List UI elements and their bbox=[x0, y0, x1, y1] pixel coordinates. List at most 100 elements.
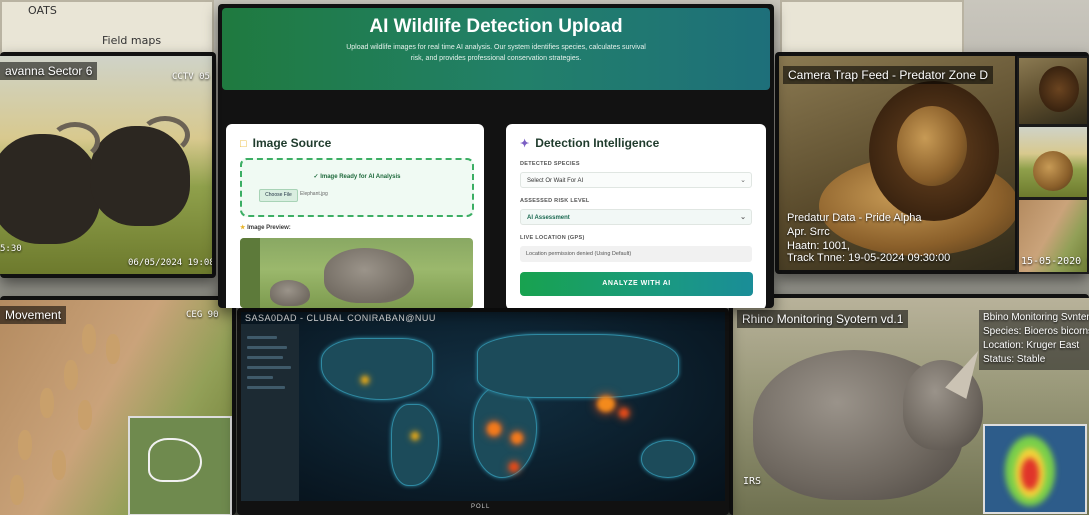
continent-north-america bbox=[321, 338, 433, 400]
lion-figure bbox=[18, 430, 32, 460]
detection-card: ✦ Detection Intelligence DETECTED SPECIES… bbox=[506, 124, 766, 308]
location-field[interactable]: Location permission denied (Using Defaul… bbox=[520, 246, 752, 262]
wall-map-text: OATS bbox=[28, 4, 57, 17]
risk-label: ASSESSED RISK LEVEL bbox=[520, 198, 590, 204]
folder-icon: □ bbox=[240, 138, 247, 150]
rhino-feed: Rhino Monitoring Syotern vd.1 Bbino Moni… bbox=[733, 298, 1089, 515]
wall-map-text: Field maps bbox=[102, 34, 162, 47]
lion-overlay-line: Predatur Data - Pride Alpha bbox=[787, 212, 922, 224]
elephant-calf-shape bbox=[270, 280, 310, 306]
thumb-timestamp: 15-05-2020 9:31 bbox=[1021, 256, 1087, 267]
buffalo-timestamp: 06/05/2024 19:08:20 bbox=[128, 258, 212, 268]
lion-figure bbox=[64, 360, 78, 390]
detection-title-text: Detection Intelligence bbox=[535, 136, 660, 150]
hotspot[interactable] bbox=[619, 408, 629, 418]
selected-file-name: Elephant.jpg bbox=[300, 191, 328, 197]
wall-map-right bbox=[780, 0, 964, 56]
heatmap-inset[interactable] bbox=[983, 424, 1087, 514]
hotspot[interactable] bbox=[361, 376, 369, 384]
lion-caption: Camera Trap Feed - Predator Zone D bbox=[783, 66, 994, 84]
lion-figure bbox=[106, 334, 120, 364]
buffalo-horn bbox=[140, 116, 190, 154]
rhino-info-line: Bbino Monitoring Svntem v4 bbox=[983, 312, 1089, 323]
page-title: AI Wildlife Detection Upload bbox=[369, 16, 623, 37]
lion-overlay-line: Track Tnne: 19-05-2024 09:30:00 bbox=[787, 252, 951, 264]
chevron-down-icon: ⌄ bbox=[740, 177, 746, 184]
movement-caption: Movement bbox=[0, 306, 67, 324]
sparkle-icon: ★ bbox=[240, 225, 246, 231]
lion-figure bbox=[82, 324, 96, 354]
rhino-info-line: Species: Bioeros bicorns bbox=[983, 326, 1089, 337]
monitor-lion: Camera Trap Feed - Predator Zone D Preda… bbox=[775, 52, 1089, 274]
heatmap-blob bbox=[1021, 458, 1039, 490]
sidebar-row[interactable] bbox=[247, 336, 277, 339]
rhino-caption: Rhino Monitoring Syotern vd.1 bbox=[737, 310, 909, 328]
sidebar-row[interactable] bbox=[247, 366, 291, 369]
species-select[interactable]: Select Or Wait For AI ⌄ bbox=[520, 172, 752, 188]
elephant-shape bbox=[324, 248, 414, 303]
continent-eurasia bbox=[477, 334, 679, 398]
sidebar-row[interactable] bbox=[247, 356, 283, 359]
upload-dropzone[interactable]: ✓ Image Ready for AI Analysis Choose Fil… bbox=[240, 158, 474, 217]
monitor-lion-movement: Movement CEG 9Θ bbox=[0, 296, 236, 515]
hotspot[interactable] bbox=[487, 422, 501, 436]
wall-map-left: OATS Field maps bbox=[0, 0, 214, 59]
image-source-card: □ Image Source ✓ Image Ready for AI Analy… bbox=[226, 124, 484, 308]
continent-australia bbox=[641, 440, 695, 478]
global-map-title: SASA0DAD - CLUBAL CONIRABAN@NUU bbox=[245, 313, 436, 323]
rhino-info-panel: Bbino Monitoring Svntem v4 Species: Bioe… bbox=[979, 310, 1089, 370]
page-description: Upload wildlife images for real time AI … bbox=[346, 44, 646, 62]
image-source-title: □ Image Source bbox=[240, 136, 331, 150]
risk-select[interactable]: AI Assessment ⌄ bbox=[520, 209, 752, 225]
movement-corner-label: CEG 9Θ bbox=[186, 310, 219, 320]
movement-feed: Movement CEG 9Θ bbox=[0, 300, 232, 515]
monitor-buffalo: avanna Sector 6 CCTV 05 5:30 06/05/2024 … bbox=[0, 52, 216, 278]
detection-title: ✦ Detection Intelligence bbox=[520, 136, 659, 150]
lion-thumbnail[interactable] bbox=[1017, 56, 1089, 126]
sidebar-row[interactable] bbox=[247, 346, 287, 349]
image-source-title-text: Image Source bbox=[252, 136, 332, 150]
lion-feed: Camera Trap Feed - Predator Zone D Preda… bbox=[779, 56, 1015, 270]
hotspot[interactable] bbox=[509, 462, 519, 472]
rhino-stamp: IRS bbox=[743, 476, 762, 487]
monitor-brand: POLL bbox=[471, 504, 491, 510]
lion-thumbnail[interactable]: 15-05-2020 9:31 bbox=[1017, 198, 1089, 274]
lion-figure bbox=[40, 388, 54, 418]
chevron-down-icon: ⌄ bbox=[740, 214, 746, 221]
rhino-info-line: Location: Kruger East bbox=[983, 340, 1080, 351]
territory-outline bbox=[148, 438, 202, 482]
map-sidebar[interactable] bbox=[241, 324, 299, 501]
buffalo-horn bbox=[50, 122, 100, 160]
choose-file-button[interactable]: Choose File bbox=[259, 189, 298, 202]
hotspot[interactable] bbox=[411, 432, 419, 440]
lion-overlay-line: Apr. Srrc bbox=[787, 226, 830, 238]
lion-figure bbox=[10, 475, 24, 505]
hotspot[interactable] bbox=[511, 432, 523, 444]
inset-map[interactable] bbox=[128, 416, 232, 515]
lion-shape bbox=[1033, 151, 1073, 191]
monitor-rhino: Rhino Monitoring Syotern vd.1 Bbino Moni… bbox=[729, 294, 1089, 515]
monitor-global-map: SASA0DAD - CLUBAL CONIRABAN@NUU POLL bbox=[237, 308, 729, 515]
dna-icon: ✦ bbox=[520, 138, 530, 150]
image-preview-label-text: Image Preview: bbox=[247, 225, 291, 231]
image-preview bbox=[240, 238, 473, 308]
app-header: AI Wildlife Detection Upload Upload wild… bbox=[222, 8, 770, 90]
continent-africa bbox=[473, 386, 537, 478]
lion-thumbnail[interactable] bbox=[1017, 125, 1089, 199]
buffalo-caption: avanna Sector 6 bbox=[0, 62, 98, 80]
sidebar-row[interactable] bbox=[247, 376, 273, 379]
upload-status: ✓ Image Ready for AI Analysis bbox=[313, 174, 401, 180]
global-map-screen: SASA0DAD - CLUBAL CONIRABAN@NUU bbox=[241, 312, 725, 501]
tree-shape bbox=[240, 238, 260, 308]
location-label: LIVE LOCATION (GPS) bbox=[520, 235, 585, 241]
buffalo-corner-label: CCTV 05 bbox=[172, 72, 210, 82]
wildlife-upload-app: AI Wildlife Detection Upload Upload wild… bbox=[222, 8, 770, 308]
lion-figure bbox=[78, 400, 92, 430]
lion-figure bbox=[52, 450, 66, 480]
species-select-value: Select Or Wait For AI bbox=[527, 178, 584, 184]
hotspot[interactable] bbox=[597, 396, 615, 412]
continent-south-america bbox=[391, 404, 439, 486]
sidebar-row[interactable] bbox=[247, 386, 285, 389]
lion-face bbox=[897, 106, 967, 186]
analyze-button[interactable]: ANALYZE WITH AI bbox=[520, 272, 753, 296]
